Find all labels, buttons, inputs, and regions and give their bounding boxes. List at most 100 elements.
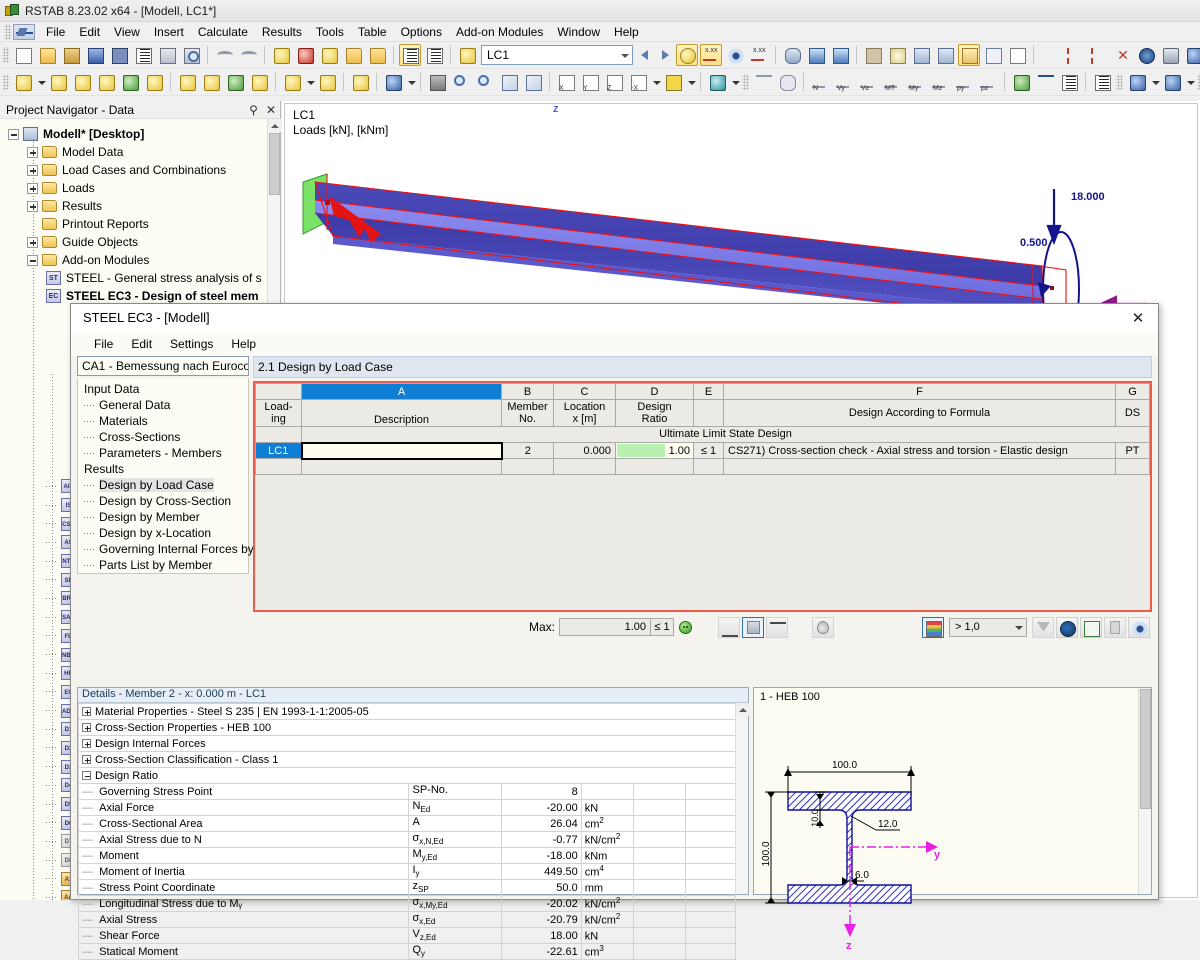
view-x-button[interactable]: X xyxy=(555,71,577,93)
col-letter-g[interactable]: G xyxy=(1116,384,1150,400)
cross-section-scrollbar[interactable] xyxy=(1138,688,1151,894)
result-deform-button[interactable] xyxy=(1010,71,1032,93)
glasses-button[interactable] xyxy=(781,44,803,66)
details-row[interactable]: — Moment of Inertia Iy 449.50 cm4 xyxy=(79,864,736,880)
tree-item-steel[interactable]: ST STEEL - General stress analysis of s xyxy=(0,269,280,287)
dimension-dropdown[interactable] xyxy=(304,71,315,93)
details-group-row[interactable]: Design Internal Forces xyxy=(79,736,736,752)
table-empty-row[interactable] xyxy=(256,459,1150,475)
view-dropdown[interactable] xyxy=(650,71,661,93)
rotate-view-button[interactable] xyxy=(318,44,340,66)
pick-button[interactable] xyxy=(1104,617,1126,638)
window-layout-button[interactable] xyxy=(1126,71,1148,93)
details-group-row[interactable]: Design Ratio xyxy=(79,768,736,784)
cell-ds[interactable]: PT xyxy=(1116,443,1150,459)
table-empty-space[interactable] xyxy=(255,475,1150,610)
dialog-menu-edit[interactable]: Edit xyxy=(122,335,161,353)
table-row[interactable]: LC1 2 0.000 1.00 ≤ 1 CS271) Cross-sectio… xyxy=(256,443,1150,459)
details-row[interactable]: — Axial Stress due to N σx,N,Ed -0.77 kN… xyxy=(79,832,736,848)
result-py-button[interactable]: py xyxy=(953,71,975,93)
cell-member-no[interactable]: 2 xyxy=(502,443,554,459)
render-solid-button[interactable] xyxy=(426,71,448,93)
result-my-button[interactable]: My xyxy=(905,71,927,93)
redo-button[interactable] xyxy=(237,44,259,66)
color-render-dropdown[interactable] xyxy=(685,71,696,93)
member-result-button[interactable] xyxy=(718,617,740,638)
cross-section-result-button[interactable] xyxy=(742,617,764,638)
result-vz-button[interactable]: Vz xyxy=(857,71,879,93)
design-results-table[interactable]: A B C D E F G Load- ing xyxy=(255,383,1150,475)
tree-item-loads[interactable]: Loads xyxy=(0,179,280,197)
new-member-load-button[interactable] xyxy=(200,71,222,93)
cell-design-ratio[interactable]: 1.00 xyxy=(616,443,694,459)
expand-icon[interactable] xyxy=(82,755,91,764)
menu-options[interactable]: Options xyxy=(394,23,449,41)
tree-item-guide-objects[interactable]: Guide Objects xyxy=(0,233,280,251)
expand-icon[interactable] xyxy=(27,165,38,176)
details-group-row[interactable]: Cross-Section Properties - HEB 100 xyxy=(79,720,736,736)
show-values-button[interactable]: x.xx xyxy=(700,44,722,66)
window-layout2-button[interactable] xyxy=(1161,71,1183,93)
snap-button[interactable] xyxy=(886,44,908,66)
chevron-down-icon[interactable] xyxy=(1011,619,1026,636)
tree-item-model-data[interactable]: Model Data xyxy=(0,143,280,161)
color-bar-button[interactable] xyxy=(922,617,944,638)
menu-tools[interactable]: Tools xyxy=(309,23,351,41)
visibility-dropdown[interactable] xyxy=(729,71,740,93)
open-button[interactable] xyxy=(36,44,58,66)
scroll-up-icon[interactable] xyxy=(736,703,749,716)
dialog-menu-settings[interactable]: Settings xyxy=(161,335,222,353)
new-node-dropdown[interactable] xyxy=(35,71,46,93)
col-letter-e[interactable]: E xyxy=(694,384,724,400)
filter-combo[interactable]: > 1,0 xyxy=(949,618,1027,637)
details-row[interactable]: — Statical Moment Qy -22.61 cm3 xyxy=(79,944,736,960)
cell-design-formula[interactable]: CS271) Cross-section check - Axial stres… xyxy=(724,443,1116,459)
cell-location[interactable]: 0.000 xyxy=(554,443,616,459)
close-icon[interactable]: ✕ xyxy=(266,103,276,117)
zoom-previous-button[interactable] xyxy=(522,71,544,93)
col-letter-c[interactable]: C xyxy=(554,384,616,400)
next-load-case-button[interactable] xyxy=(655,45,675,65)
expand-icon[interactable] xyxy=(82,739,91,748)
intersect-button[interactable]: ✕ xyxy=(1111,44,1133,66)
zoom-all-button[interactable] xyxy=(498,71,520,93)
photo-button[interactable] xyxy=(1159,44,1181,66)
details-table[interactable]: Material Properties - Steel S 235 | EN 1… xyxy=(78,703,736,960)
col-letter-d[interactable]: D xyxy=(616,384,694,400)
menu-view[interactable]: View xyxy=(107,23,147,41)
menu-window[interactable]: Window xyxy=(550,23,607,41)
new-imposed-load-button[interactable] xyxy=(224,71,246,93)
result-mz-button[interactable]: Mz xyxy=(929,71,951,93)
nav-item-design-by-load-case[interactable]: Design by Load Case xyxy=(78,477,248,493)
expand-icon[interactable] xyxy=(27,201,38,212)
menubar-grip[interactable] xyxy=(4,24,11,40)
nav-item-parts-list-by-member[interactable]: Parts List by Member xyxy=(78,557,248,573)
nav-item-general-data[interactable]: General Data xyxy=(78,397,248,413)
new-member-set-button[interactable] xyxy=(71,71,93,93)
new-node-button[interactable] xyxy=(12,71,34,93)
window-layout-dropdown[interactable] xyxy=(1149,71,1160,93)
menu-results[interactable]: Results xyxy=(255,23,309,41)
details-group-row[interactable]: Material Properties - Steel S 235 | EN 1… xyxy=(79,704,736,720)
tree-item-printout-reports[interactable]: Printout Reports xyxy=(0,215,280,233)
toolbar-grip-3[interactable] xyxy=(742,74,749,90)
details-scrollbar[interactable] xyxy=(735,703,748,894)
drop-button[interactable] xyxy=(812,617,834,638)
details-row[interactable]: — Governing Stress Point SP-No. 8 xyxy=(79,784,736,800)
zoom-in-button[interactable] xyxy=(450,71,472,93)
support-reaction-button[interactable] xyxy=(776,71,798,93)
coordinate-system-button[interactable] xyxy=(1006,44,1028,66)
menu-edit[interactable]: Edit xyxy=(72,23,107,41)
comment-button[interactable] xyxy=(316,71,338,93)
col-letter-f[interactable]: F xyxy=(724,384,1116,400)
support-result-button[interactable] xyxy=(766,617,788,638)
printout-report-button[interactable] xyxy=(132,44,154,66)
new-support-button[interactable] xyxy=(119,71,141,93)
nav-item-design-by-x-location[interactable]: Design by x-Location xyxy=(78,525,248,541)
toolbar-grip-2[interactable] xyxy=(2,74,9,90)
scrollbar-thumb[interactable] xyxy=(1140,689,1151,809)
settings-button[interactable] xyxy=(1183,44,1200,66)
details-row[interactable]: — Longitudinal Stress due to Mᵧ σx,My,Ed… xyxy=(79,896,736,912)
save-package-button[interactable] xyxy=(84,44,106,66)
new-line-button[interactable] xyxy=(95,71,117,93)
